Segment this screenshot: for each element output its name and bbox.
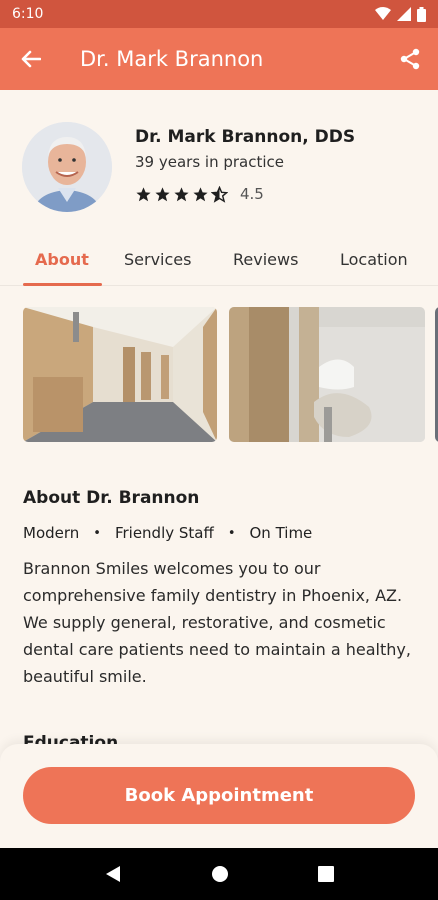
tag: Modern xyxy=(23,524,80,542)
star-filled-icon xyxy=(193,186,208,201)
tab-indicator xyxy=(23,283,102,286)
tab-reviews[interactable]: Reviews xyxy=(233,250,298,269)
doctor-photo xyxy=(22,122,112,212)
nav-back-icon[interactable] xyxy=(104,865,122,883)
years-in-practice: 39 years in practice xyxy=(135,153,284,171)
treatment-room-photo[interactable] xyxy=(229,307,425,442)
nav-home-icon[interactable] xyxy=(211,865,229,883)
photo-gallery[interactable] xyxy=(23,307,438,442)
doctor-name: Dr. Mark Brannon, DDS xyxy=(135,127,356,147)
status-time: 6:10 xyxy=(12,6,44,22)
star-half-icon xyxy=(211,185,228,203)
rating: 4.5 xyxy=(135,185,264,203)
tag-separator: • xyxy=(93,525,101,541)
about-heading: About Dr. Brannon xyxy=(23,488,200,508)
tag: Friendly Staff xyxy=(114,524,214,542)
page-title: Dr. Mark Brannon xyxy=(80,47,264,71)
tab-about[interactable]: About xyxy=(35,250,89,269)
nav-recents-icon[interactable] xyxy=(317,866,334,882)
tab-bar: About Services Reviews Location xyxy=(0,240,438,286)
cell-signal-icon xyxy=(397,7,411,21)
wifi-icon xyxy=(375,7,391,20)
book-appointment-button[interactable]: Book Appointment xyxy=(23,767,415,824)
tag-separator: • xyxy=(227,525,236,541)
system-nav-bar xyxy=(0,848,438,900)
tag: On Time xyxy=(249,524,313,542)
share-button[interactable] xyxy=(382,28,438,90)
booking-sheet: Book Appointment xyxy=(0,744,438,848)
app-bar: Dr. Mark Brannon xyxy=(0,28,438,90)
doctor-profile: Dr. Mark Brannon, DDS 39 years in practi… xyxy=(22,122,422,218)
tab-location[interactable]: Location xyxy=(340,250,408,269)
star-filled-icon xyxy=(174,186,189,201)
back-button[interactable] xyxy=(0,28,62,90)
status-bar: 6:10 xyxy=(0,0,438,28)
rating-value: 4.5 xyxy=(240,185,264,203)
battery-icon xyxy=(417,6,426,22)
avatar xyxy=(22,122,112,212)
feature-tags: Modern • Friendly Staff • On Time xyxy=(23,524,312,542)
share-icon xyxy=(400,48,420,70)
office-hallway-photo[interactable] xyxy=(23,307,217,442)
arrow-back-icon xyxy=(21,50,41,68)
star-filled-icon xyxy=(155,186,170,201)
star-filled-icon xyxy=(136,186,151,201)
tab-services[interactable]: Services xyxy=(124,250,191,269)
about-description: Brannon Smiles welcomes you to our compr… xyxy=(23,559,411,686)
